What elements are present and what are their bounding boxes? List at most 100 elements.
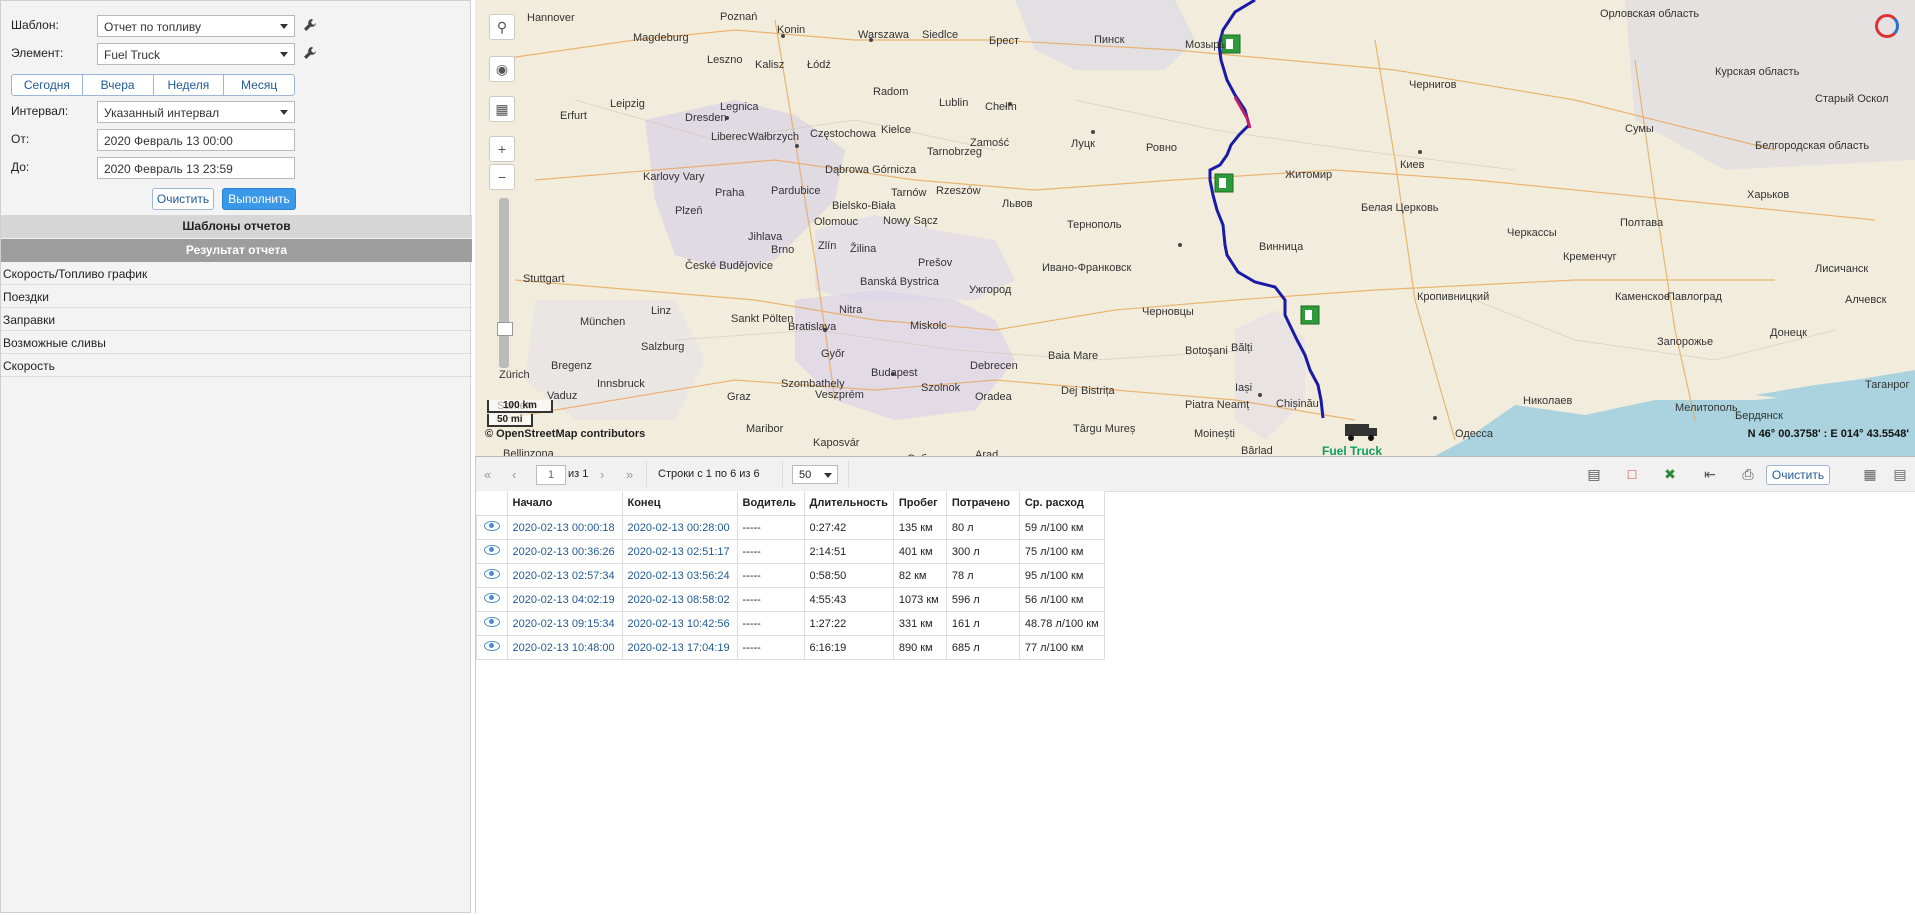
table-cell[interactable]: 2020-02-13 08:58:02 bbox=[621, 587, 738, 612]
month-button[interactable]: Месяц bbox=[224, 75, 294, 95]
report-templates-header[interactable]: Шаблоны отчетов bbox=[1, 215, 472, 238]
place-label: Орловская область bbox=[1600, 8, 1700, 20]
element-select[interactable]: Fuel Truck bbox=[97, 43, 295, 65]
table-cell[interactable]: 2020-02-13 10:42:56 bbox=[621, 611, 738, 636]
export-excel-icon[interactable]: ✖ bbox=[1658, 463, 1682, 485]
view-cell[interactable] bbox=[476, 635, 508, 660]
template-select[interactable]: Отчет по топливу bbox=[97, 15, 295, 37]
map-view-toggle-icon[interactable]: ▦ bbox=[1858, 463, 1882, 485]
page-total-label: из 1 bbox=[568, 468, 589, 480]
table-cell[interactable]: 2020-02-13 10:48:00 bbox=[506, 635, 623, 660]
table-row[interactable]: 2020-02-13 10:48:00 2020-02-13 17:04:19 --… bbox=[476, 635, 1105, 660]
last-page-icon[interactable]: » bbox=[626, 467, 633, 482]
view-cell[interactable] bbox=[476, 563, 508, 588]
page-number-input[interactable]: 1 bbox=[536, 465, 566, 485]
eye-icon[interactable] bbox=[483, 521, 500, 531]
place-label: Veszprém bbox=[815, 389, 864, 401]
header-driver[interactable]: Водитель bbox=[737, 491, 805, 516]
week-button[interactable]: Неделя bbox=[154, 75, 225, 95]
truck-icon[interactable] bbox=[1345, 424, 1377, 441]
table-cell[interactable]: 2020-02-13 09:15:34 bbox=[506, 611, 623, 636]
header-end[interactable]: Конец bbox=[622, 491, 738, 516]
table-cell[interactable]: 2020-02-13 04:02:19 bbox=[506, 587, 623, 612]
prev-page-icon[interactable]: ‹ bbox=[512, 467, 516, 482]
first-page-icon[interactable]: « bbox=[484, 467, 491, 482]
clear-button[interactable]: Очистить bbox=[152, 188, 214, 210]
map-layers-icon[interactable]: ▦ bbox=[489, 96, 515, 122]
table-clear-button[interactable]: Очистить bbox=[1766, 465, 1830, 485]
today-button[interactable]: Сегодня bbox=[12, 75, 83, 95]
table-view-toggle-icon[interactable]: ▤ bbox=[1888, 463, 1912, 485]
eye-icon[interactable] bbox=[483, 641, 500, 651]
interval-select[interactable]: Указанный интервал bbox=[97, 101, 295, 123]
export-html-icon[interactable]: ▤ bbox=[1582, 463, 1606, 485]
zoom-in-button[interactable]: + bbox=[489, 136, 515, 162]
report-result-header[interactable]: Результат отчета bbox=[1, 239, 472, 262]
place-label: Lublin bbox=[939, 97, 969, 109]
wrench-icon[interactable] bbox=[303, 46, 317, 60]
wrench-icon[interactable] bbox=[303, 18, 317, 32]
header-consumed[interactable]: Потрачено bbox=[946, 491, 1020, 516]
yesterday-button[interactable]: Вчера bbox=[83, 75, 154, 95]
map-view[interactable]: Hannover Poznań Konin Warszawa Siedlce Брест П… bbox=[475, 0, 1915, 457]
next-page-icon[interactable]: › bbox=[600, 467, 604, 482]
place-label: Szolnok bbox=[921, 382, 961, 394]
place-label: Łódź bbox=[807, 59, 831, 71]
place-label: Донецк bbox=[1770, 327, 1807, 339]
view-cell[interactable] bbox=[476, 587, 508, 612]
eye-icon[interactable] bbox=[483, 617, 500, 627]
table-cell[interactable]: 2020-02-13 02:51:17 bbox=[621, 539, 738, 564]
trips-table: Начало Конец Водитель Длительность Пробе… bbox=[476, 491, 1105, 660]
zoom-slider[interactable] bbox=[497, 198, 513, 368]
eye-icon[interactable] bbox=[483, 593, 500, 603]
header-mileage[interactable]: Пробег bbox=[893, 491, 947, 516]
header-start[interactable]: Начало bbox=[507, 491, 623, 516]
from-date-input[interactable]: 2020 Февраль 13 00:00 bbox=[97, 129, 295, 151]
eye-icon[interactable] bbox=[483, 545, 500, 555]
result-item-speed-fuel-chart[interactable]: Скорость/Топливо график bbox=[1, 263, 472, 285]
eye-icon[interactable] bbox=[483, 569, 500, 579]
result-item-drains[interactable]: Возможные сливы bbox=[1, 332, 472, 354]
result-item-speed[interactable]: Скорость bbox=[1, 355, 472, 377]
view-cell[interactable] bbox=[476, 539, 508, 564]
table-cell[interactable]: 2020-02-13 00:28:00 bbox=[621, 515, 738, 540]
table-row[interactable]: 2020-02-13 00:36:26 2020-02-13 02:51:17 --… bbox=[476, 539, 1105, 564]
map-attribution[interactable]: © OpenStreetMap contributors bbox=[485, 428, 645, 440]
map-canvas bbox=[494, 0, 1915, 456]
eye-icon[interactable]: ◉ bbox=[489, 56, 515, 82]
zoom-slider-handle[interactable] bbox=[497, 322, 513, 336]
table-cell[interactable]: 2020-02-13 02:57:34 bbox=[506, 563, 623, 588]
table-cell[interactable]: 2020-02-13 00:00:18 bbox=[506, 515, 623, 540]
result-item-trips[interactable]: Поездки bbox=[1, 286, 472, 308]
export-file-icon[interactable]: ⇤ bbox=[1698, 463, 1722, 485]
table-cell[interactable]: 2020-02-13 00:36:26 bbox=[506, 539, 623, 564]
place-label: Częstochowa bbox=[810, 128, 877, 140]
to-date-input[interactable]: 2020 Февраль 13 23:59 bbox=[97, 157, 295, 179]
print-icon[interactable]: ⎙ bbox=[1736, 463, 1760, 485]
place-label: Leipzig bbox=[610, 98, 645, 110]
header-duration[interactable]: Длительность bbox=[804, 491, 894, 516]
table-row[interactable]: 2020-02-13 02:57:34 2020-02-13 03:56:24 --… bbox=[476, 563, 1105, 588]
execute-button[interactable]: Выполнить bbox=[222, 188, 296, 210]
table-cell[interactable]: 2020-02-13 03:56:24 bbox=[621, 563, 738, 588]
table-cell[interactable]: 2020-02-13 17:04:19 bbox=[621, 635, 738, 660]
table-row[interactable]: 2020-02-13 00:00:18 2020-02-13 00:28:00 --… bbox=[476, 515, 1105, 540]
table-cell: 77 л/100 км bbox=[1018, 635, 1105, 660]
header-avg-consumption[interactable]: Ср. расход bbox=[1019, 491, 1105, 516]
fuel-station-marker[interactable] bbox=[1214, 173, 1234, 193]
search-icon[interactable]: ⚲ bbox=[489, 14, 515, 40]
view-cell[interactable] bbox=[476, 515, 508, 540]
zoom-out-button[interactable]: − bbox=[489, 164, 515, 190]
fuel-station-marker[interactable] bbox=[1300, 305, 1320, 325]
table-row[interactable]: 2020-02-13 09:15:34 2020-02-13 10:42:56 --… bbox=[476, 611, 1105, 636]
view-cell[interactable] bbox=[476, 611, 508, 636]
place-label: Львов bbox=[1002, 198, 1033, 210]
chevron-down-icon bbox=[280, 110, 288, 115]
table-row[interactable]: 2020-02-13 04:02:19 2020-02-13 08:58:02 --… bbox=[476, 587, 1105, 612]
place-label: Сумы bbox=[1625, 123, 1654, 135]
place-label: Tarnobrzeg bbox=[927, 146, 983, 158]
place-label: Брест bbox=[989, 35, 1019, 47]
page-size-select[interactable]: 50 bbox=[792, 465, 838, 484]
result-item-refuels[interactable]: Заправки bbox=[1, 309, 472, 331]
export-pdf-icon[interactable]: □ bbox=[1620, 463, 1644, 485]
